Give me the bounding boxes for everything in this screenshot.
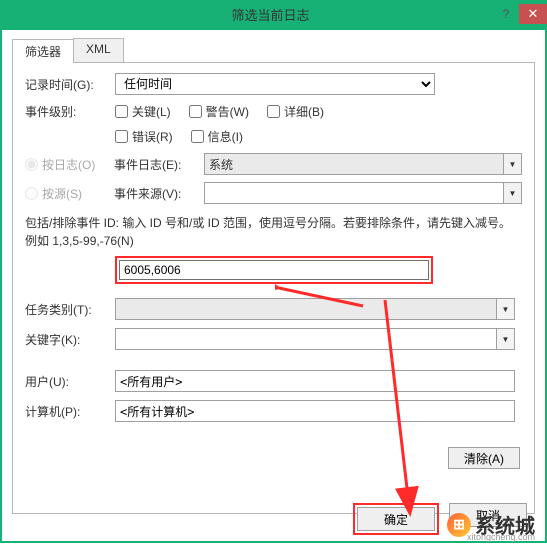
label-user: 用户(U): (25, 373, 115, 390)
chk-verbose[interactable]: 详细(B) (267, 103, 324, 120)
tab-filter[interactable]: 筛选器 (12, 39, 74, 63)
chk-information[interactable]: 信息(I) (191, 128, 243, 145)
chk-warning[interactable]: 警告(W) (189, 103, 249, 120)
keywords-combo[interactable]: ▼ (115, 328, 515, 350)
event-sources-combo[interactable]: ▼ (204, 182, 522, 204)
user-input[interactable] (115, 370, 515, 392)
computer-input[interactable] (115, 400, 515, 422)
log-time-select[interactable]: 任何时间 (115, 73, 435, 95)
chevron-down-icon[interactable]: ▼ (496, 329, 514, 349)
close-button[interactable]: ✕ (519, 4, 547, 24)
label-computer: 计算机(P): (25, 403, 115, 420)
chk-critical[interactable]: 关键(L) (115, 103, 171, 120)
chk-error[interactable]: 错误(R) (115, 128, 173, 145)
chevron-down-icon: ▼ (496, 299, 514, 319)
chevron-down-icon[interactable]: ▼ (503, 183, 521, 203)
label-event-sources: 事件来源(V): (114, 185, 204, 202)
event-logs-combo: 系统 ▼ (204, 153, 522, 175)
chevron-down-icon: ▼ (503, 154, 521, 174)
tab-xml[interactable]: XML (73, 38, 124, 62)
clear-button[interactable]: 清除(A) (448, 447, 520, 469)
window-title: 筛选当前日志 (48, 5, 493, 24)
label-event-level: 事件级别: (25, 103, 115, 120)
ok-button[interactable]: 确定 (357, 507, 435, 531)
ok-highlight: 确定 (353, 503, 439, 535)
event-id-input[interactable] (119, 260, 429, 280)
radio-by-log: 按日志(O) (25, 156, 114, 173)
watermark: ⊞ 系统城 xitongcheng.com (441, 508, 541, 541)
window-body: 筛选器 XML 记录时间(G): 任何时间 事件级别: 关键(L) 警告(W) … (0, 28, 547, 543)
filter-panel: 记录时间(G): 任何时间 事件级别: 关键(L) 警告(W) 详细(B) 错误… (12, 62, 535, 514)
help-button[interactable]: ? (494, 4, 518, 24)
label-event-logs: 事件日志(E): (114, 156, 204, 173)
radio-by-source: 按源(S) (25, 185, 114, 202)
title-bar: 筛选当前日志 ? ✕ (0, 0, 547, 28)
label-task-category: 任务类别(T): (25, 301, 115, 318)
label-keywords: 关键字(K): (25, 331, 115, 348)
event-id-highlight (115, 256, 433, 284)
tab-strip: 筛选器 XML (12, 38, 535, 62)
help-text: 包括/排除事件 ID: 输入 ID 号和/或 ID 范围，使用逗号分隔。若要排除… (25, 214, 522, 250)
task-category-combo: ▼ (115, 298, 515, 320)
label-log-time: 记录时间(G): (25, 76, 115, 93)
